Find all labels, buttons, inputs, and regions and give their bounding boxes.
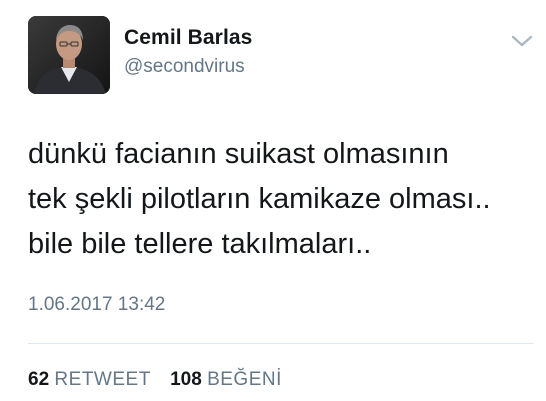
author-name[interactable]: Cemil Barlas [124,26,252,50]
likes-stat[interactable]: 108 BEĞENİ [170,369,282,391]
avatar[interactable] [28,16,110,94]
tweet-text: dünkü facianın suikast olmasının tek şek… [28,132,528,267]
tweet-card: Cemil Barlas @secondvirus dünkü facianın… [0,0,546,401]
tweet-text-line: dünkü facianın suikast olmasının [28,138,449,170]
tweet-stats: 62 RETWEET 108 BEĞENİ [28,369,282,391]
likes-count: 108 [170,369,202,390]
avatar-photo [28,16,110,94]
retweets-label: RETWEET [54,369,151,390]
chevron-down-icon[interactable] [510,32,534,50]
retweets-stat[interactable]: 62 RETWEET [28,369,151,391]
divider [28,343,534,344]
tweet-timestamp[interactable]: 1.06.2017 13:42 [28,294,165,316]
author-handle[interactable]: @secondvirus [124,56,245,78]
tweet-text-line: bile bile tellere takılmaları.. [28,228,372,260]
tweet-text-line: tek şekli pilotların kamikaze olması.. [28,183,491,215]
likes-label: BEĞENİ [207,369,282,390]
retweets-count: 62 [28,369,50,390]
